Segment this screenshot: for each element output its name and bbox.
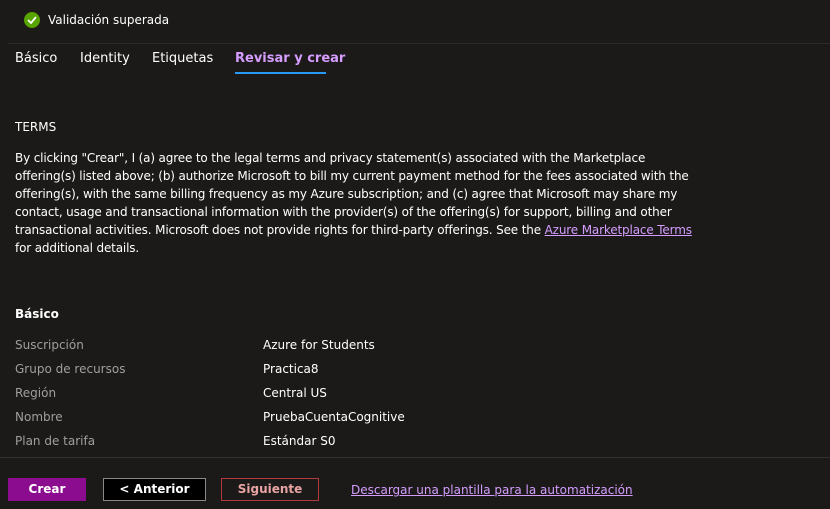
footer-action-bar: Crear < Anterior Siguiente Descargar una… [0,457,830,509]
create-button[interactable]: Crear [8,478,86,501]
summary-row: Plan de tarifa Estándar S0 [15,433,715,451]
tab-basico[interactable]: Básico [15,50,57,68]
next-button[interactable]: Siguiente [221,478,319,501]
azure-marketplace-terms-link[interactable]: Azure Marketplace Terms [545,223,692,237]
download-template-link[interactable]: Descargar una plantilla para la automati… [351,482,633,498]
terms-body: By clicking "Crear", I (a) agree to the … [15,149,705,258]
previous-button[interactable]: < Anterior [103,478,206,501]
summary-value: Azure for Students [263,338,375,352]
section-title-basico: Básico [15,307,59,321]
tab-revisar-y-crear[interactable]: Revisar y crear [235,50,345,68]
summary-value: Estándar S0 [263,434,336,448]
summary-value: Central US [263,386,327,400]
tab-etiquetas[interactable]: Etiquetas [152,50,213,68]
checkmark-icon [27,16,37,24]
review-create-page: Validación superada Básico Identity Etiq… [0,0,830,509]
summary-label: Plan de tarifa [15,434,96,448]
wizard-tabs: Básico Identity Etiquetas Revisar y crea… [0,44,830,78]
summary-label: Nombre [15,410,63,424]
summary-label: Suscripción [15,338,84,352]
summary-value: Practica8 [263,362,319,376]
validation-status-text: Validación superada [48,13,170,27]
summary-label: Grupo de recursos [15,362,126,376]
validation-banner: Validación superada [8,0,830,44]
summary-label: Región [15,386,57,400]
active-tab-indicator [235,72,326,74]
summary-row: Suscripción Azure for Students [15,337,715,355]
terms-text-suffix: for additional details. [15,241,140,256]
checkmark-circle-icon [24,12,40,28]
summary-row: Grupo de recursos Practica8 [15,361,715,379]
summary-row: Región Central US [15,385,715,403]
terms-heading: TERMS [15,120,57,134]
summary-row: Nombre PruebaCuentaCognitive [15,409,715,427]
summary-value: PruebaCuentaCognitive [263,410,405,424]
tab-identity[interactable]: Identity [80,50,130,68]
